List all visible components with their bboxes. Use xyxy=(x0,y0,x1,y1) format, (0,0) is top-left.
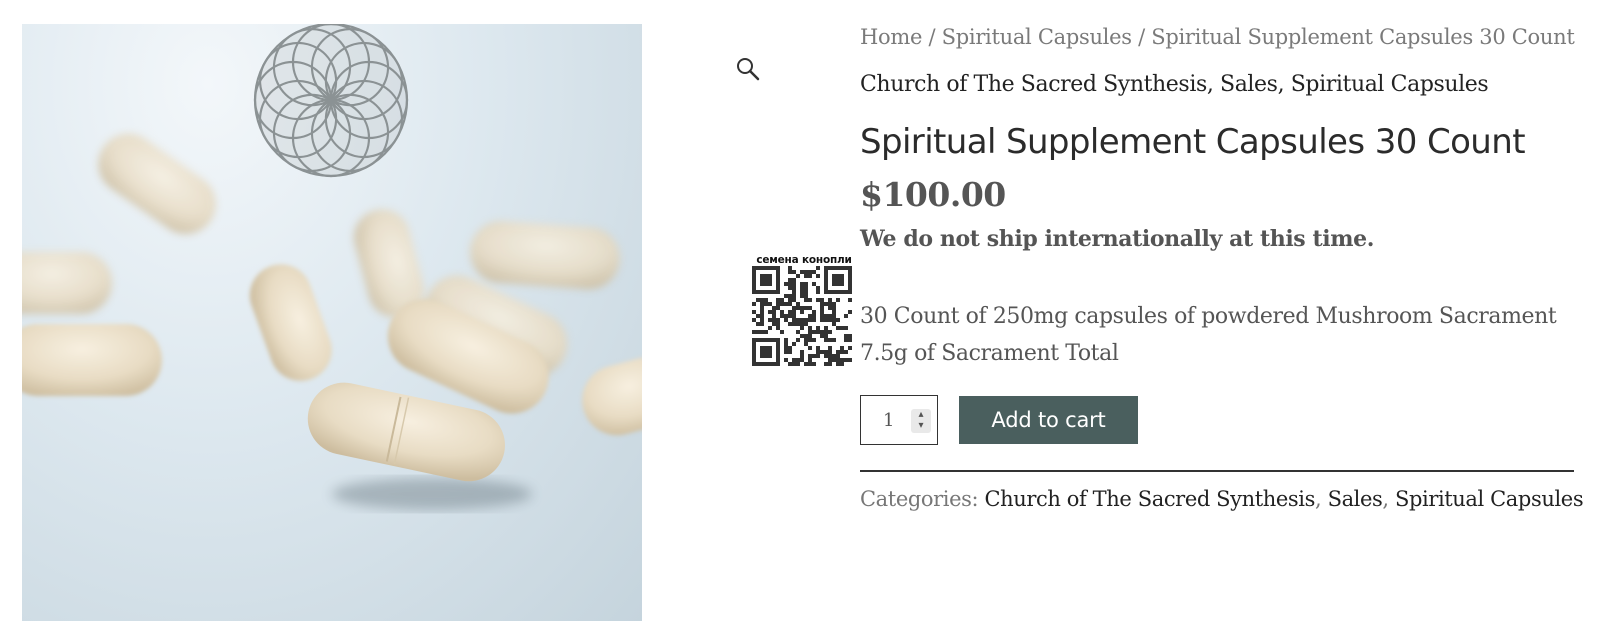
qr-caption: семена конопли xyxy=(756,254,852,266)
magnifier-icon[interactable] xyxy=(735,56,761,82)
product-price: $100.00 xyxy=(860,175,1006,214)
breadcrumb: Home / Spiritual Capsules / Spiritual Su… xyxy=(860,22,1575,52)
category-link-church[interactable]: Church of The Sacred Synthesis xyxy=(860,72,1207,97)
brand-logo xyxy=(253,24,409,178)
meta-category-link-church[interactable]: Church of The Sacred Synthesis xyxy=(984,487,1315,511)
quantity-stepper[interactable]: 1 ▴ ▾ xyxy=(860,395,938,445)
product-image[interactable] xyxy=(22,24,642,621)
product-description: 30 Count of 250mg capsules of powdered M… xyxy=(860,298,1574,372)
breadcrumb-home-link[interactable]: Home xyxy=(860,25,922,49)
description-line: 30 Count of 250mg capsules of powdered M… xyxy=(860,304,1557,329)
divider xyxy=(860,470,1574,472)
product-meta: Categories: Church of The Sacred Synthes… xyxy=(860,487,1584,511)
category-link-sales[interactable]: Sales xyxy=(1220,72,1278,97)
add-to-cart-button[interactable]: Add to cart xyxy=(959,396,1138,444)
qr-code: семена конопли xyxy=(752,254,856,370)
breadcrumb-separator: / xyxy=(928,25,936,49)
quantity-spinner-icon[interactable]: ▴ ▾ xyxy=(911,409,931,433)
qr-code-image xyxy=(752,266,852,366)
description-line: 7.5g of Sacrament Total xyxy=(860,341,1119,366)
product-title: Spiritual Supplement Capsules 30 Count xyxy=(860,122,1526,162)
categories-label: Categories: xyxy=(860,487,979,511)
meta-category-link-sales[interactable]: Sales xyxy=(1328,487,1383,511)
category-link-spiritual-capsules[interactable]: Spiritual Capsules xyxy=(1291,72,1489,97)
breadcrumb-separator: / xyxy=(1138,25,1145,49)
add-to-cart-form: 1 ▴ ▾ Add to cart xyxy=(860,394,1574,446)
product-summary: Home / Spiritual Capsules / Spiritual Su… xyxy=(860,22,1584,514)
product-categories: Church of The Sacred Synthesis, Sales, S… xyxy=(860,72,1489,97)
breadcrumb-category-link[interactable]: Spiritual Capsules xyxy=(942,25,1132,49)
breadcrumb-current: Spiritual Supplement Capsules 30 Count xyxy=(1151,25,1575,49)
meta-category-link-spiritual-capsules[interactable]: Spiritual Capsules xyxy=(1395,487,1584,511)
quantity-value[interactable]: 1 xyxy=(883,410,894,431)
shipping-notice: We do not ship internationally at this t… xyxy=(860,226,1374,252)
